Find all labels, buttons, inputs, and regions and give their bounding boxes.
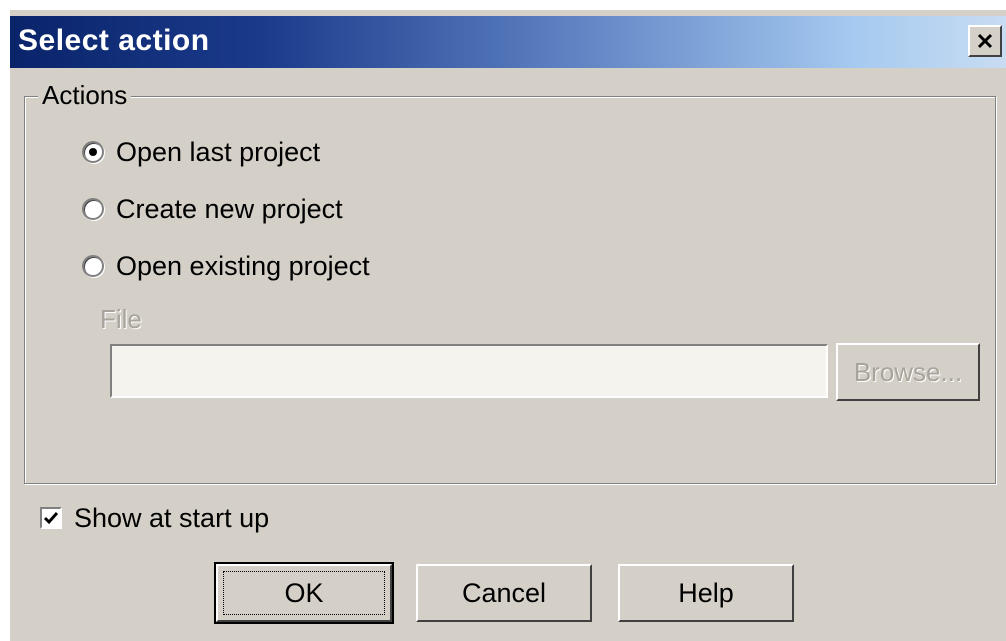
radio-label: Open existing project [116, 250, 370, 281]
radio-create-new-project[interactable]: Create new project [82, 191, 343, 227]
cancel-button[interactable]: Cancel [416, 564, 592, 622]
radio-button[interactable] [82, 198, 104, 220]
ok-button-label: OK [284, 577, 324, 608]
check-icon [43, 512, 59, 525]
radio-label: Open last project [116, 136, 321, 167]
radio-button-selected[interactable] [82, 141, 104, 163]
radio-open-existing-project[interactable]: Open existing project [82, 248, 370, 284]
close-icon [977, 33, 993, 49]
title-bar[interactable]: Select action [10, 16, 1006, 68]
close-button[interactable] [968, 25, 1002, 57]
ok-button[interactable]: OK [214, 562, 394, 624]
help-button-label: Help [678, 577, 734, 608]
browse-button[interactable]: Browse... [836, 343, 980, 401]
radio-open-last-project[interactable]: Open last project [82, 134, 320, 170]
radio-label: Create new project [116, 193, 343, 224]
help-button[interactable]: Help [618, 564, 794, 622]
file-label: File [100, 304, 142, 334]
show-at-startup-label: Show at start up [74, 502, 270, 533]
dialog-title: Select action [18, 24, 210, 57]
cancel-button-label: Cancel [461, 577, 547, 608]
show-at-startup-checkbox-row[interactable]: Show at start up [40, 500, 269, 536]
select-action-dialog: Select action Actions Open last project … [10, 10, 1006, 641]
file-path-input[interactable] [110, 344, 828, 398]
radio-button[interactable] [82, 255, 104, 277]
actions-group-legend: Actions [38, 80, 132, 111]
show-at-startup-checkbox[interactable] [40, 507, 62, 529]
